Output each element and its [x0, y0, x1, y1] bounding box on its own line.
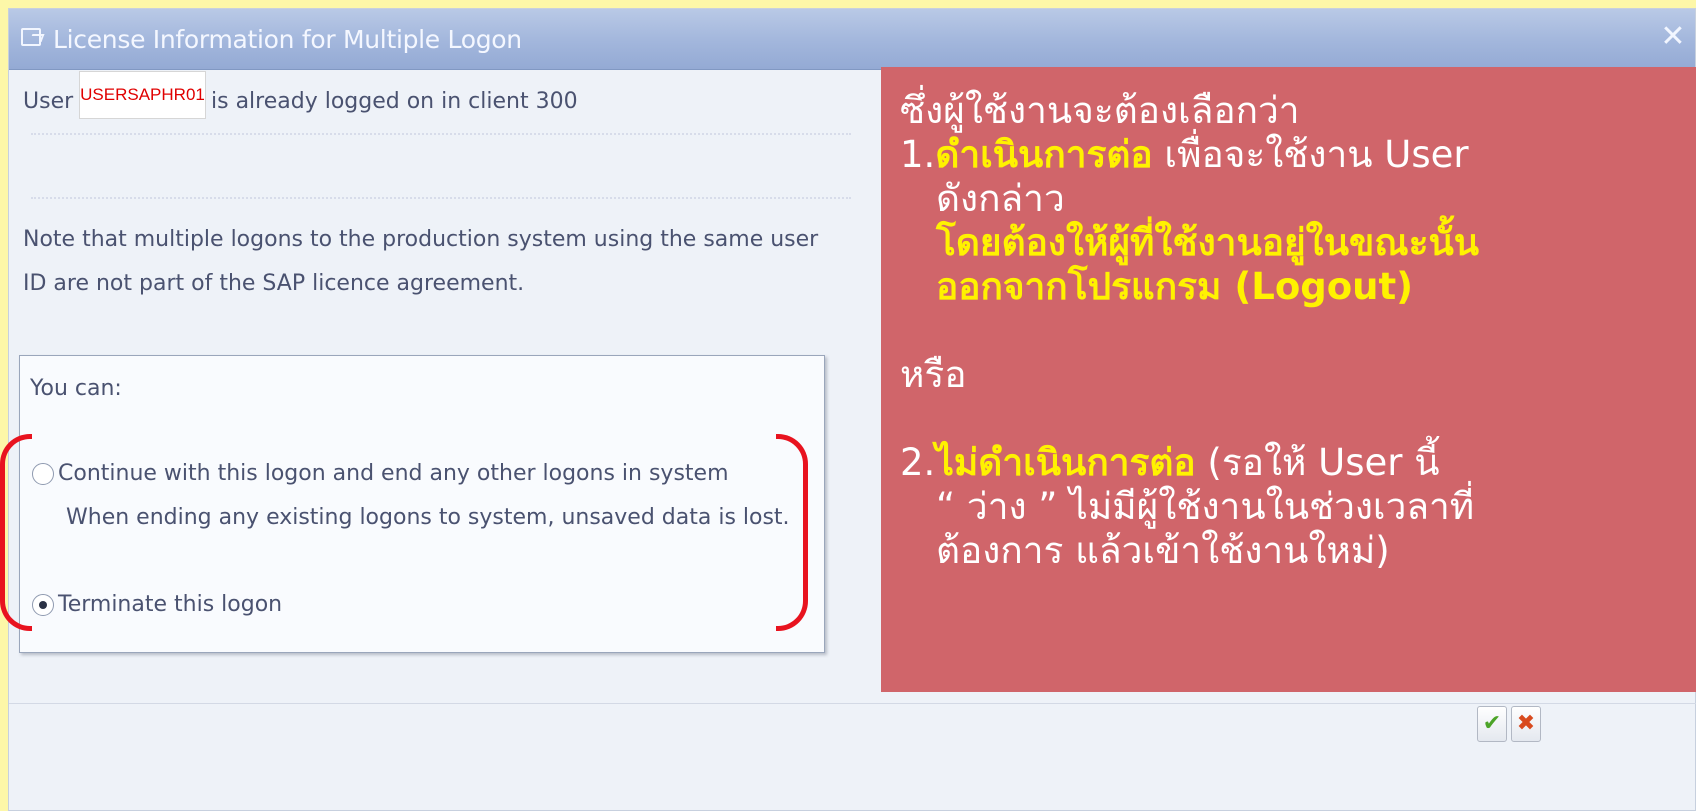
item-2-text-cont: “ ว่าง ” ไม่มีผู้ใช้งานในช่วงเวลาที่	[936, 485, 1475, 528]
item-1-emphasis: ดำเนินการต่อ	[935, 133, 1153, 176]
dotted-separator	[31, 197, 851, 199]
user-prefix-text: User	[23, 89, 74, 114]
logon-options-group: You can: Continue with this logon and en…	[19, 355, 825, 653]
item-2-text: (รอให้ User นี้	[1207, 441, 1440, 484]
dialog-title: License Information for Multiple Logon	[53, 25, 522, 54]
overlay-item-1: 1.ดำเนินการต่อ เพื่อจะใช้งาน User	[900, 133, 1696, 177]
item-1-note-line-2: ออกจากโปรแกรม (Logout)	[936, 265, 1414, 308]
username-badge: USERSAPHR01	[79, 71, 206, 119]
window-icon	[21, 28, 41, 46]
close-icon[interactable]: ✕	[1657, 21, 1689, 53]
terminate-logon-radio[interactable]	[32, 594, 54, 616]
item-2-number: 2.	[900, 441, 936, 484]
license-note-line-1: Note that multiple logons to the product…	[23, 227, 819, 252]
item-2-text-end: ต้องการ แล้วเข้าใช้งานใหม่)	[936, 529, 1390, 572]
highlight-bracket-left	[0, 434, 32, 631]
highlight-bracket-right	[776, 434, 808, 631]
options-heading: You can:	[30, 376, 122, 401]
continue-logon-hint: When ending any existing logons to syste…	[66, 505, 790, 530]
footer-divider	[9, 703, 1696, 704]
continue-logon-label[interactable]: Continue with this logon and end any oth…	[58, 461, 729, 486]
item-2-emphasis: ไม่ดำเนินการต่อ	[935, 441, 1196, 484]
terminate-logon-label[interactable]: Terminate this logon	[58, 592, 282, 617]
item-1-text: เพื่อจะใช้งาน User	[1164, 133, 1469, 176]
item-1-text-cont: ดังกล่าว	[936, 177, 1065, 220]
item-1-number: 1.	[900, 133, 936, 176]
license-note-line-2: ID are not part of the SAP licence agree…	[23, 271, 525, 296]
overlay-or: หรือ	[900, 353, 967, 396]
user-suffix-text: is already logged on in client 300	[211, 89, 578, 114]
dotted-separator	[31, 133, 851, 135]
dialog-title-bar[interactable]: License Information for Multiple Logon ✕	[9, 9, 1695, 70]
cancel-icon[interactable]: ✖	[1511, 706, 1541, 742]
overlay-intro: ซึ่งผู้ใช้งานจะต้องเลือกว่า	[900, 89, 1300, 132]
overlay-item-2: 2.ไม่ดำเนินการต่อ (รอให้ User นี้	[900, 441, 1696, 485]
continue-logon-radio[interactable]	[32, 463, 54, 485]
item-1-note-line-1: โดยต้องให้ผู้ที่ใช้งานอยู่ในขณะนั้น	[936, 221, 1480, 264]
checkmark-icon[interactable]: ✔	[1477, 706, 1507, 742]
thai-explanation-overlay: ซึ่งผู้ใช้งานจะต้องเลือกว่า 1.ดำเนินการต…	[881, 67, 1696, 692]
